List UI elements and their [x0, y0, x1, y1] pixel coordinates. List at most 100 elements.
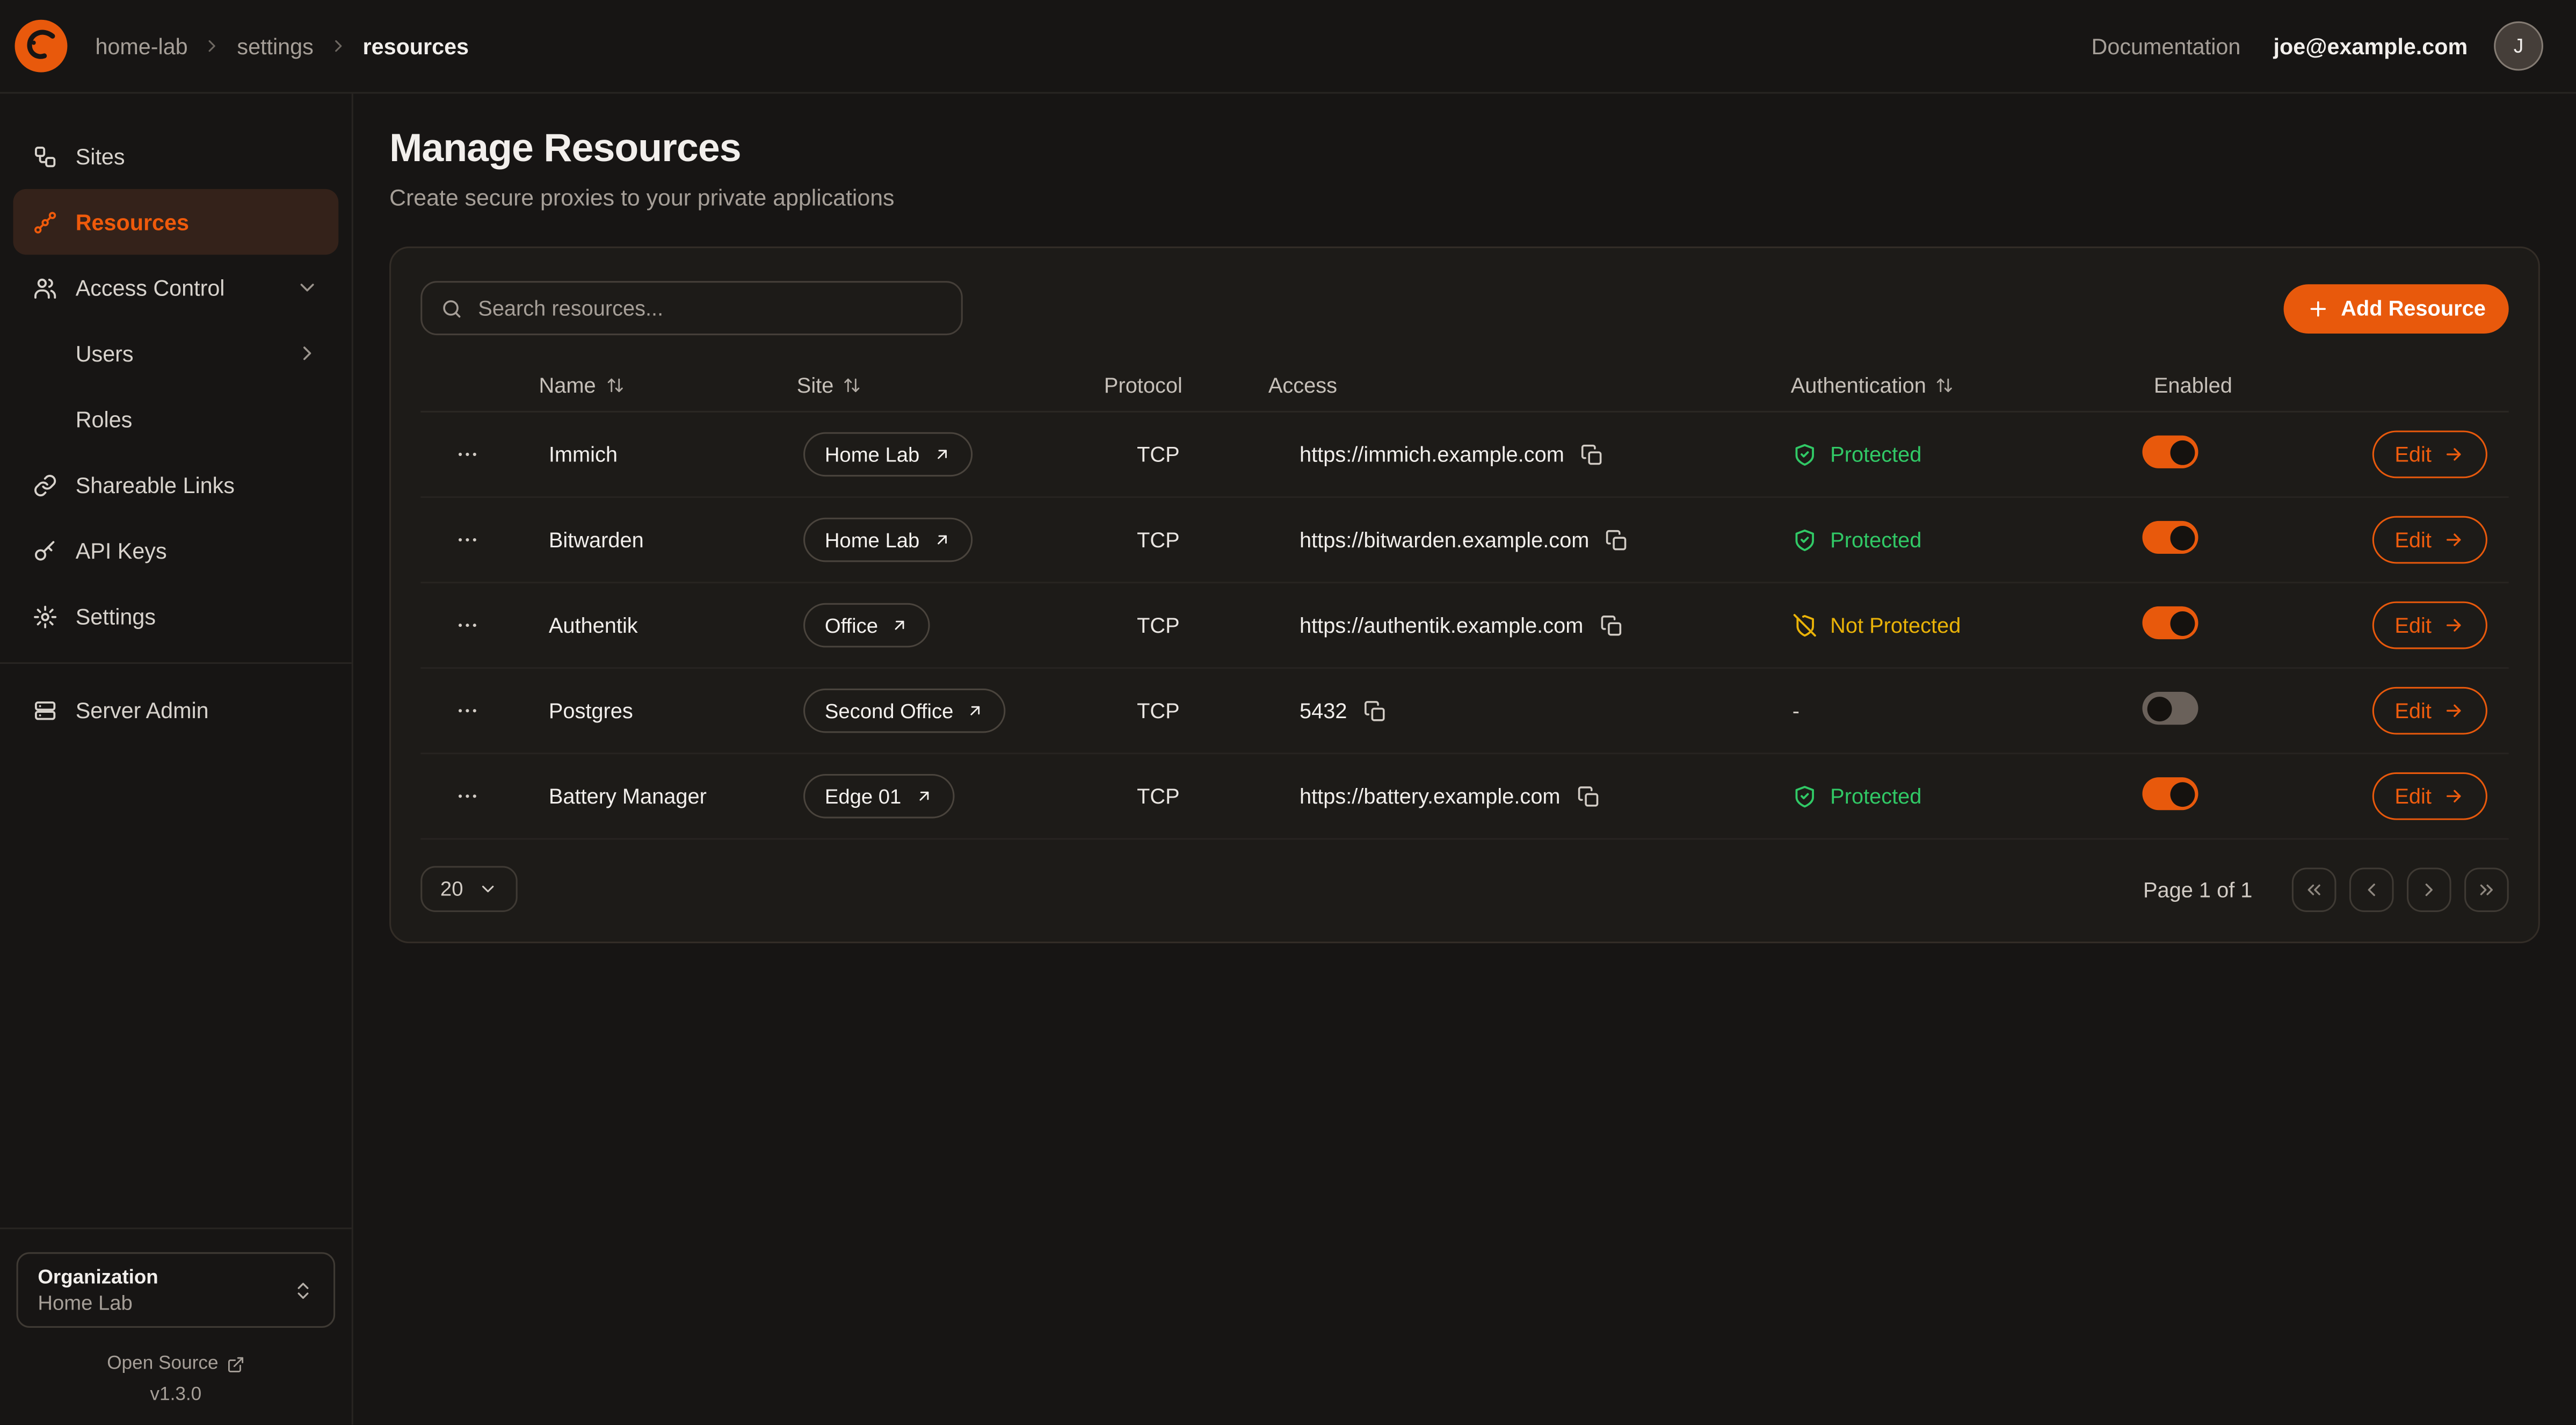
copy-button[interactable] — [1363, 699, 1387, 722]
row-menu-button[interactable] — [454, 784, 479, 808]
resource-protocol: TCP — [1104, 613, 1268, 638]
resource-name: Authentik — [513, 613, 771, 638]
auth-label: Not Protected — [1830, 613, 1961, 638]
access-url: https://immich.example.com — [1300, 442, 1564, 467]
sort-icon — [1936, 375, 1954, 394]
enabled-toggle[interactable] — [2142, 692, 2198, 725]
shield-off-icon — [1793, 613, 1817, 638]
search-input[interactable] — [478, 296, 943, 321]
edit-button[interactable]: Edit — [2372, 602, 2487, 649]
access-url: https://authentik.example.com — [1300, 613, 1583, 638]
chevron-down-icon — [478, 879, 498, 899]
toggle-knob — [2169, 611, 2194, 635]
enabled-toggle[interactable] — [2142, 777, 2198, 810]
sidebar-item-resources[interactable]: Resources — [13, 189, 338, 255]
pagination: 20 Page 1 of 1 — [420, 866, 2508, 912]
edit-button[interactable]: Edit — [2372, 516, 2487, 564]
site-link[interactable]: Home Lab — [803, 432, 972, 477]
sort-icon — [844, 375, 862, 394]
page-subtitle: Create secure proxies to your private ap… — [389, 184, 2540, 211]
resource-name: Bitwarden — [513, 527, 771, 552]
copy-icon — [1606, 529, 1629, 552]
edit-button[interactable]: Edit — [2372, 687, 2487, 735]
organization-selector[interactable]: Organization Home Lab — [17, 1252, 336, 1328]
page-size-select[interactable]: 20 — [420, 866, 517, 912]
documentation-link[interactable]: Documentation — [2092, 34, 2241, 59]
row-menu-button[interactable] — [454, 442, 479, 467]
search-box — [420, 281, 963, 335]
sidebar-item-label: Resources — [76, 209, 189, 234]
row-menu-button[interactable] — [454, 698, 479, 723]
access-url: https://battery.example.com — [1300, 784, 1561, 808]
add-resource-button[interactable]: Add Resource — [2283, 284, 2509, 333]
enabled-toggle[interactable] — [2142, 606, 2198, 639]
copy-button[interactable] — [1600, 614, 1623, 637]
column-header-site[interactable]: Site — [771, 372, 1104, 397]
topbar: home-lab settings resources Documentatio… — [0, 0, 2576, 93]
breadcrumb-page: resources — [363, 34, 469, 59]
row-menu-button[interactable] — [454, 527, 479, 552]
sidebar-item-server-admin[interactable]: Server Admin — [13, 677, 338, 742]
sidebar-item-sites[interactable]: Sites — [13, 123, 338, 189]
breadcrumb-section[interactable]: settings — [237, 34, 313, 59]
site-link[interactable]: Home Lab — [803, 518, 972, 562]
edit-button[interactable]: Edit — [2372, 772, 2487, 820]
access-url: https://bitwarden.example.com — [1300, 527, 1589, 552]
site-link[interactable]: Office — [803, 603, 931, 648]
table-row: Battery Manager Edge 01 TCP https://batt… — [420, 754, 2508, 840]
copy-button[interactable] — [1580, 443, 1603, 466]
chevron-right-icon — [2418, 878, 2440, 900]
sidebar-item-label: Roles — [76, 407, 133, 431]
server-icon — [33, 698, 57, 722]
enabled-toggle[interactable] — [2142, 436, 2198, 468]
open-source-link[interactable]: Open Source — [17, 1354, 336, 1374]
sidebar-item-users[interactable]: Users — [13, 321, 338, 386]
site-link[interactable]: Second Office — [803, 689, 1006, 733]
page-info: Page 1 of 1 — [2143, 877, 2252, 901]
resources-icon — [33, 209, 57, 234]
user-email[interactable]: joe@example.com — [2274, 34, 2468, 59]
resource-protocol: TCP — [1104, 698, 1268, 723]
sidebar-item-shareable-links[interactable]: Shareable Links — [13, 452, 338, 517]
edit-button[interactable]: Edit — [2372, 431, 2487, 479]
auth-status: - — [1761, 698, 2084, 723]
chevron-left-icon — [2361, 878, 2382, 900]
last-page-button[interactable] — [2464, 867, 2509, 912]
column-header-name[interactable]: Name — [513, 372, 771, 397]
sites-icon — [33, 144, 57, 169]
column-header-authentication[interactable]: Authentication — [1761, 372, 2084, 397]
copy-button[interactable] — [1577, 785, 1600, 808]
sidebar-item-access-control[interactable]: Access Control — [13, 255, 338, 320]
copy-button[interactable] — [1606, 529, 1629, 552]
column-header-enabled: Enabled — [2083, 372, 2297, 397]
ellipsis-icon — [454, 442, 479, 467]
copy-icon — [1580, 443, 1603, 466]
site-name: Office — [825, 614, 878, 637]
sidebar-item-label: Users — [76, 341, 134, 366]
edit-label: Edit — [2394, 527, 2432, 552]
arrow-right-icon — [2443, 529, 2464, 551]
row-menu-button[interactable] — [454, 613, 479, 638]
arrow-right-icon — [2443, 444, 2464, 465]
search-icon — [440, 296, 463, 320]
ellipsis-icon — [454, 698, 479, 723]
sidebar-item-label: Access Control — [76, 275, 225, 300]
chevrons-left-icon — [2303, 878, 2325, 900]
previous-page-button[interactable] — [2349, 867, 2394, 912]
enabled-toggle[interactable] — [2142, 521, 2198, 554]
sidebar-item-api-keys[interactable]: API Keys — [13, 518, 338, 583]
next-page-button[interactable] — [2407, 867, 2451, 912]
sidebar-item-settings[interactable]: Settings — [13, 583, 338, 649]
access-url: 5432 — [1300, 698, 1347, 723]
site-link[interactable]: Edge 01 — [803, 774, 954, 819]
breadcrumb-org[interactable]: home-lab — [95, 34, 187, 59]
auth-label: Protected — [1830, 442, 1921, 467]
first-page-button[interactable] — [2292, 867, 2336, 912]
sidebar-item-label: API Keys — [76, 538, 167, 563]
edit-label: Edit — [2394, 698, 2432, 723]
sidebar-item-roles[interactable]: Roles — [13, 386, 338, 452]
avatar[interactable]: J — [2494, 21, 2543, 71]
pangolin-logo-icon[interactable] — [13, 18, 69, 74]
add-resource-label: Add Resource — [2341, 296, 2486, 321]
link-icon — [33, 473, 57, 497]
